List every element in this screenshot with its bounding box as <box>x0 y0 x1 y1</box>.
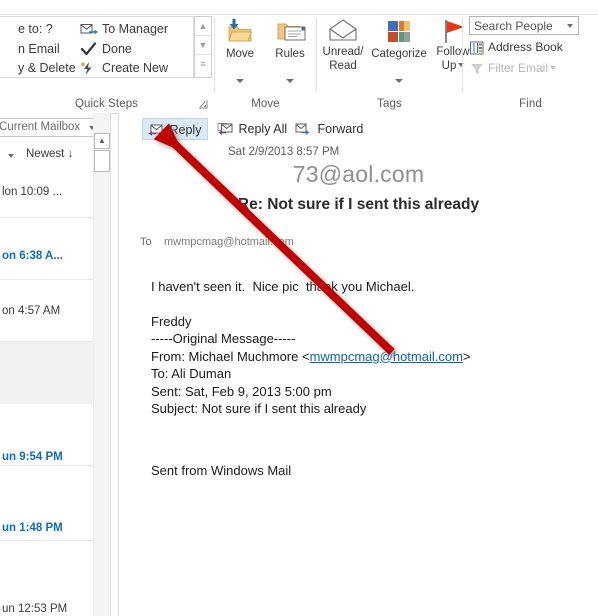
categorize-button[interactable]: Categorize <box>369 16 429 88</box>
ribbon-group-tags: Unread/ Read Categorize Follow Up Tags <box>317 16 470 112</box>
message-to-label: To <box>140 236 152 248</box>
reply-button[interactable]: Reply <box>142 118 209 140</box>
search-people-chevron-down-icon[interactable] <box>567 24 573 28</box>
body-spacer-large <box>151 418 581 462</box>
search-scope-label: Current Mailbox <box>0 121 81 133</box>
body-line-signature: Freddy <box>151 313 192 329</box>
sender-email-link[interactable]: mwmpcmag@hotmail.com <box>310 349 463 364</box>
reply-button-label: Reply <box>169 123 202 137</box>
message-sender: 73@aol.com <box>292 161 425 187</box>
forward-button-label: Forward <box>317 122 364 136</box>
rules-chevron-down-icon[interactable] <box>286 79 294 83</box>
scrollbar-thumb[interactable] <box>94 150 110 172</box>
lightning-bolt-icon <box>80 61 100 77</box>
forward-icon <box>295 120 311 135</box>
body-line-to: To: Ali Duman <box>151 366 232 381</box>
search-people-input[interactable]: Search People <box>469 16 579 35</box>
ribbon-group-quick-steps: e to: ? n Email y & Delete To Manager Do… <box>0 16 213 112</box>
rules-button[interactable]: Rules <box>266 16 314 88</box>
address-book-icon <box>469 41 484 55</box>
move-folder-icon <box>223 18 257 46</box>
ribbon-group-move: Move Rules Move <box>215 16 316 112</box>
body-line-divider: -----Original Message----- <box>151 331 296 346</box>
filter-email-chevron-down-icon[interactable] <box>550 66 557 71</box>
quick-steps-scroll-up-button[interactable]: ▲ <box>195 17 211 36</box>
quick-steps-gallery[interactable]: e to: ? n Email y & Delete To Manager Do… <box>0 16 194 78</box>
categorize-button-label: Categorize <box>371 48 427 60</box>
body-line-footer: Sent from Windows Mail <box>151 462 292 478</box>
ribbon-group-caption-find: Find <box>519 98 542 110</box>
scroll-up-icon[interactable]: ▲ <box>94 133 110 149</box>
envelope-forward-icon <box>80 22 100 38</box>
ribbon-group-find: Search People Address Book Filter Email … <box>463 16 598 112</box>
body-line-sent: Sent: Sat, Feb 9, 2013 5:00 pm <box>151 383 332 399</box>
search-scope-selector[interactable]: Current Mailbox <box>0 118 102 137</box>
list-item-time: un 12:53 PM <box>2 603 68 615</box>
move-button-label: Move <box>225 48 255 60</box>
reply-all-icon <box>216 120 233 135</box>
reading-pane: Reply Reply All Forward Sat 2/9/2013 8:5… <box>119 113 598 616</box>
list-item-time: on 6:38 A... <box>2 250 63 262</box>
rules-folder-icon <box>273 18 307 46</box>
unread-read-button-label-line2: Read <box>329 60 357 72</box>
message-list-scrollbar[interactable]: ▲ <box>93 113 111 616</box>
ribbon-top-divider <box>0 14 598 15</box>
message-subject: Re: Not sure if I sent this already <box>237 196 480 213</box>
quick-step-move-to-label: e to: ? <box>18 22 53 36</box>
message-list-right-border <box>110 113 111 616</box>
ribbon-group-caption-quick-steps: Quick Steps <box>74 98 139 110</box>
list-item-time: on 4:57 AM <box>2 305 61 317</box>
checkmark-icon <box>80 42 100 58</box>
address-book-button[interactable]: Address Book <box>469 40 563 55</box>
list-item-time: un 9:54 PM <box>2 451 63 463</box>
list-item-time: lon 10:09 ... <box>2 186 63 198</box>
categorize-squares-icon <box>382 18 416 46</box>
message-body: I haven't seen it. Nice pic thank you Mi… <box>151 278 581 479</box>
sort-newest-toggle[interactable]: Newest ↓ <box>26 148 73 160</box>
body-line-subject: Subject: Not sure if I sent this already <box>151 401 367 416</box>
body-line-greeting: I haven't seen it. Nice pic thank you Mi… <box>151 279 415 294</box>
forward-button[interactable]: Forward <box>291 118 369 140</box>
quick-step-team-email-label: n Email <box>18 42 60 56</box>
move-chevron-down-icon[interactable] <box>236 79 244 83</box>
quick-steps-scrollbar[interactable]: ▲ ▼ ≡ <box>194 16 212 78</box>
quick-step-create-new-label: Create New <box>102 61 168 75</box>
ribbon-group-caption-tags: Tags <box>377 98 402 110</box>
reading-pane-action-bar: Reply Reply All Forward <box>119 118 598 142</box>
sort-newest-label: Newest <box>26 148 65 160</box>
message-date: Sat 2/9/2013 8:57 PM <box>228 146 340 158</box>
body-line-from: From: Michael Muchmore <mwmpcmag@hotmail… <box>151 348 581 366</box>
reply-icon <box>147 121 163 136</box>
body-from-prefix: From: Michael Muchmore < <box>151 348 310 364</box>
list-item-time: un 1:48 PM <box>2 522 63 534</box>
move-button[interactable]: Move <box>216 16 264 88</box>
unread-read-button-label-line1: Unread/ <box>322 46 364 58</box>
rules-button-label: Rules <box>275 48 305 60</box>
quick-step-reply-delete-label: y & Delete <box>18 61 76 75</box>
search-people-placeholder: Search People <box>474 19 553 33</box>
message-to-recipient[interactable]: mwmpcmag@hotmail.com <box>164 236 294 248</box>
follow-up-label-text: Up <box>441 60 457 72</box>
categorize-chevron-down-icon[interactable] <box>395 79 403 83</box>
unread-read-button[interactable]: Unread/ Read <box>317 16 369 88</box>
body-from-suffix: > <box>462 348 471 364</box>
sort-direction-icon: ↓ <box>67 148 74 160</box>
ribbon-group-caption-move: Move <box>251 98 280 110</box>
quick-steps-scroll-down-button[interactable]: ▼ <box>195 36 211 55</box>
quick-step-to-manager-label: To Manager <box>102 22 169 36</box>
reply-all-button-label: Reply All <box>238 122 288 136</box>
address-book-label: Address Book <box>488 40 563 54</box>
reply-all-button[interactable]: Reply All <box>212 118 293 140</box>
arrange-by-chevron-down-icon[interactable] <box>8 154 14 158</box>
filter-email-label: Filter Email <box>488 61 549 75</box>
quick-step-done-label: Done <box>102 42 132 56</box>
ribbon: e to: ? n Email y & Delete To Manager Do… <box>0 0 598 114</box>
open-envelope-icon <box>326 18 360 46</box>
funnel-icon <box>469 62 484 76</box>
filter-email-button[interactable]: Filter Email <box>469 61 557 76</box>
quick-steps-more-button[interactable]: ≡ <box>195 55 211 74</box>
